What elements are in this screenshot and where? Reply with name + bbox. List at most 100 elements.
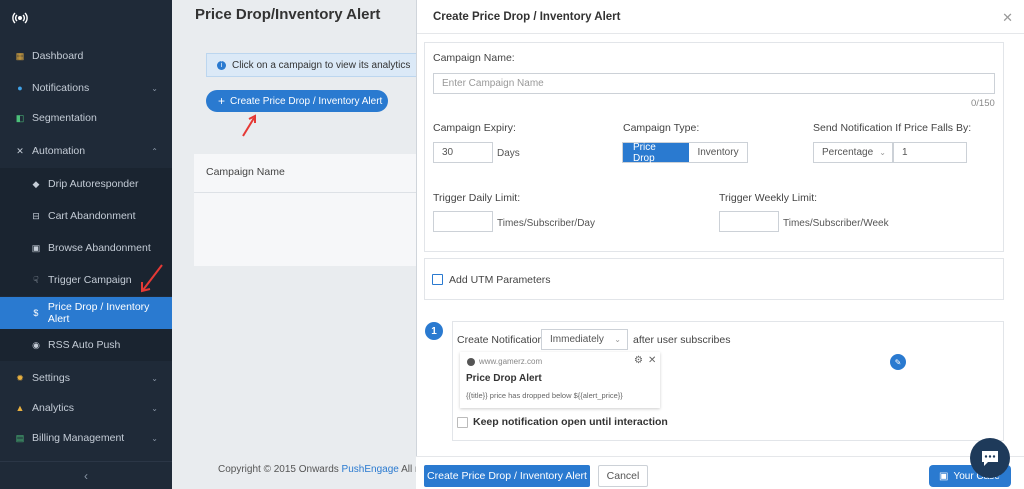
chevron-down-icon: ⌄ <box>151 83 158 93</box>
campaign-name-label: Campaign Name: <box>433 52 515 64</box>
case-icon: ▣ <box>939 470 949 482</box>
notification-preview-card: www.gamerz.com ⚙ ✕ Price Drop Alert {{ti… <box>460 352 660 408</box>
chevron-down-icon: ⌄ <box>151 373 158 383</box>
chevron-left-icon: ‹ <box>84 468 88 483</box>
broadcast-logo-icon <box>10 10 30 28</box>
sidebar-item-analytics[interactable]: ▲ Analytics ⌄ <box>0 393 172 423</box>
info-icon: i <box>217 60 226 70</box>
price-fall-value-input[interactable]: 1 <box>893 142 967 163</box>
sidebar-item-label: Settings <box>32 372 70 384</box>
campaign-type-toggle: Price Drop Inventory <box>622 142 748 164</box>
footer-copyright: Copyright © 2015 Onwards <box>218 464 339 475</box>
sidebar-item-dashboard[interactable]: ▦ Dashboard <box>0 41 172 71</box>
chevron-up-icon: ⌃ <box>151 146 158 156</box>
analytics-icon: ▲ <box>15 403 25 413</box>
sidebar-item-price-drop[interactable]: $ Price Drop / Inventory Alert <box>0 297 172 329</box>
step-number-badge: 1 <box>425 322 443 340</box>
sidebar-item-segmentation[interactable]: ◧ Segmentation <box>0 103 172 133</box>
sidebar-item-browse-abandonment[interactable]: ▣ Browse Abandonment <box>0 232 172 264</box>
drip-icon: ◆ <box>32 178 40 189</box>
chat-widget-button[interactable] <box>970 438 1010 478</box>
column-header-campaign-name: Campaign Name <box>206 166 285 178</box>
footer: Copyright © 2015 Onwards PushEngage All … <box>218 464 421 475</box>
rss-icon: ◉ <box>32 339 40 350</box>
sidebar-item-label: Automation <box>32 145 86 157</box>
campaign-expiry-label: Campaign Expiry: <box>433 122 516 134</box>
bell-icon: ● <box>17 83 23 93</box>
info-text: Click on a campaign to view its analytic… <box>232 59 411 71</box>
cart-icon: ⊟ <box>32 210 40 221</box>
timing-select[interactable]: Immediately ⌄ <box>541 329 628 350</box>
keep-open-checkbox[interactable] <box>457 417 468 428</box>
chevron-down-icon: ⌄ <box>151 433 158 443</box>
campaign-name-input[interactable]: Enter Campaign Name <box>433 73 995 94</box>
browse-icon: ▣ <box>31 242 41 253</box>
modal-header: Create Price Drop / Inventory Alert ✕ <box>417 0 1024 34</box>
sidebar-item-settings[interactable]: ✹ Settings ⌄ <box>0 363 172 393</box>
close-icon[interactable]: ✕ <box>648 355 656 366</box>
edit-pencil-icon[interactable]: ✎ <box>890 354 906 370</box>
create-alert-button[interactable]: + Create Price Drop / Inventory Alert <box>206 90 388 112</box>
sidebar-item-label: Price Drop / Inventory Alert <box>47 301 150 325</box>
annotation-arrow-icon <box>141 264 163 293</box>
expiry-unit: Days <box>497 148 520 159</box>
sidebar-item-label: Drip Autoresponder <box>48 178 139 190</box>
keep-open-label: Keep notification open until interaction <box>473 416 668 428</box>
daily-limit-input[interactable] <box>433 211 493 232</box>
collapse-sidebar-button[interactable]: ‹ <box>0 461 172 489</box>
price-fall-type-value: Percentage <box>822 147 874 158</box>
annotation-arrow-icon <box>242 114 256 137</box>
notification-body: {{title}} price has dropped below ${{ale… <box>466 391 623 400</box>
sidebar-item-cart-abandonment[interactable]: ⊟ Cart Abandonment <box>0 200 172 232</box>
daily-limit-unit: Times/Subscriber/Day <box>497 218 595 229</box>
page-title: Price Drop/Inventory Alert <box>195 6 381 23</box>
sidebar-item-label: Dashboard <box>32 50 84 62</box>
sidebar-item-rss-auto-push[interactable]: ◉ RSS Auto Push <box>0 329 172 361</box>
sidebar: ▦ Dashboard ● Notifications ⌄ ◧ Segmenta… <box>0 0 172 489</box>
gear-icon[interactable]: ⚙ <box>634 355 643 366</box>
sidebar-item-label: Notifications <box>32 82 90 94</box>
timing-select-value: Immediately <box>550 334 604 345</box>
campaign-table: Campaign Name <box>194 154 438 266</box>
sidebar-item-label: Cart Abandonment <box>48 210 136 222</box>
info-alert: i Click on a campaign to view its analyt… <box>206 53 426 77</box>
chevron-down-icon: ⌄ <box>879 148 886 157</box>
plus-icon: + <box>218 94 226 108</box>
chevron-down-icon: ⌄ <box>151 403 158 413</box>
price-fall-type-select[interactable]: Percentage ⌄ <box>813 142 893 163</box>
create-alert-label: Create Price Drop / Inventory Alert <box>230 95 383 107</box>
trigger-icon: ☟ <box>33 274 39 285</box>
divider <box>194 192 438 193</box>
utm-label: Add UTM Parameters <box>449 274 551 286</box>
chat-icon <box>982 451 998 466</box>
close-icon[interactable]: ✕ <box>1002 10 1013 26</box>
dollar-icon: $ <box>33 308 39 318</box>
segment-icon: ◧ <box>15 112 25 123</box>
campaign-type-label: Campaign Type: <box>623 122 700 134</box>
daily-limit-label: Trigger Daily Limit: <box>433 192 521 204</box>
sidebar-item-notifications[interactable]: ● Notifications ⌄ <box>0 73 172 103</box>
sidebar-item-label: Analytics <box>32 402 75 414</box>
cancel-button[interactable]: Cancel <box>598 465 648 487</box>
automation-icon: ✕ <box>16 145 24 156</box>
create-notification-label: Create Notification <box>457 334 544 346</box>
sidebar-item-billing[interactable]: ▤ Billing Management ⌄ <box>0 423 172 453</box>
sidebar-item-automation[interactable]: ✕ Automation ⌃ <box>0 136 172 166</box>
notification-site: www.gamerz.com <box>479 357 543 366</box>
type-price-drop-option[interactable]: Price Drop <box>623 142 689 164</box>
sidebar-item-label: Segmentation <box>32 112 97 124</box>
type-inventory-option[interactable]: Inventory <box>689 143 747 162</box>
footer-link[interactable]: PushEngage <box>342 464 399 475</box>
notification-title: Price Drop Alert <box>466 373 542 384</box>
char-counter: 0/150 <box>971 98 995 109</box>
billing-icon: ▤ <box>15 432 25 443</box>
weekly-limit-unit: Times/Subscriber/Week <box>783 218 889 229</box>
dashboard-icon: ▦ <box>15 50 25 61</box>
sidebar-item-drip-autoresponder[interactable]: ◆ Drip Autoresponder <box>0 168 172 200</box>
submit-create-alert-button[interactable]: Create Price Drop / Inventory Alert <box>424 465 590 487</box>
utm-checkbox[interactable] <box>432 274 443 285</box>
weekly-limit-input[interactable] <box>719 211 779 232</box>
campaign-expiry-input[interactable]: 30 <box>433 142 493 163</box>
weekly-limit-label: Trigger Weekly Limit: <box>719 192 818 204</box>
chevron-down-icon: ⌄ <box>614 335 621 344</box>
